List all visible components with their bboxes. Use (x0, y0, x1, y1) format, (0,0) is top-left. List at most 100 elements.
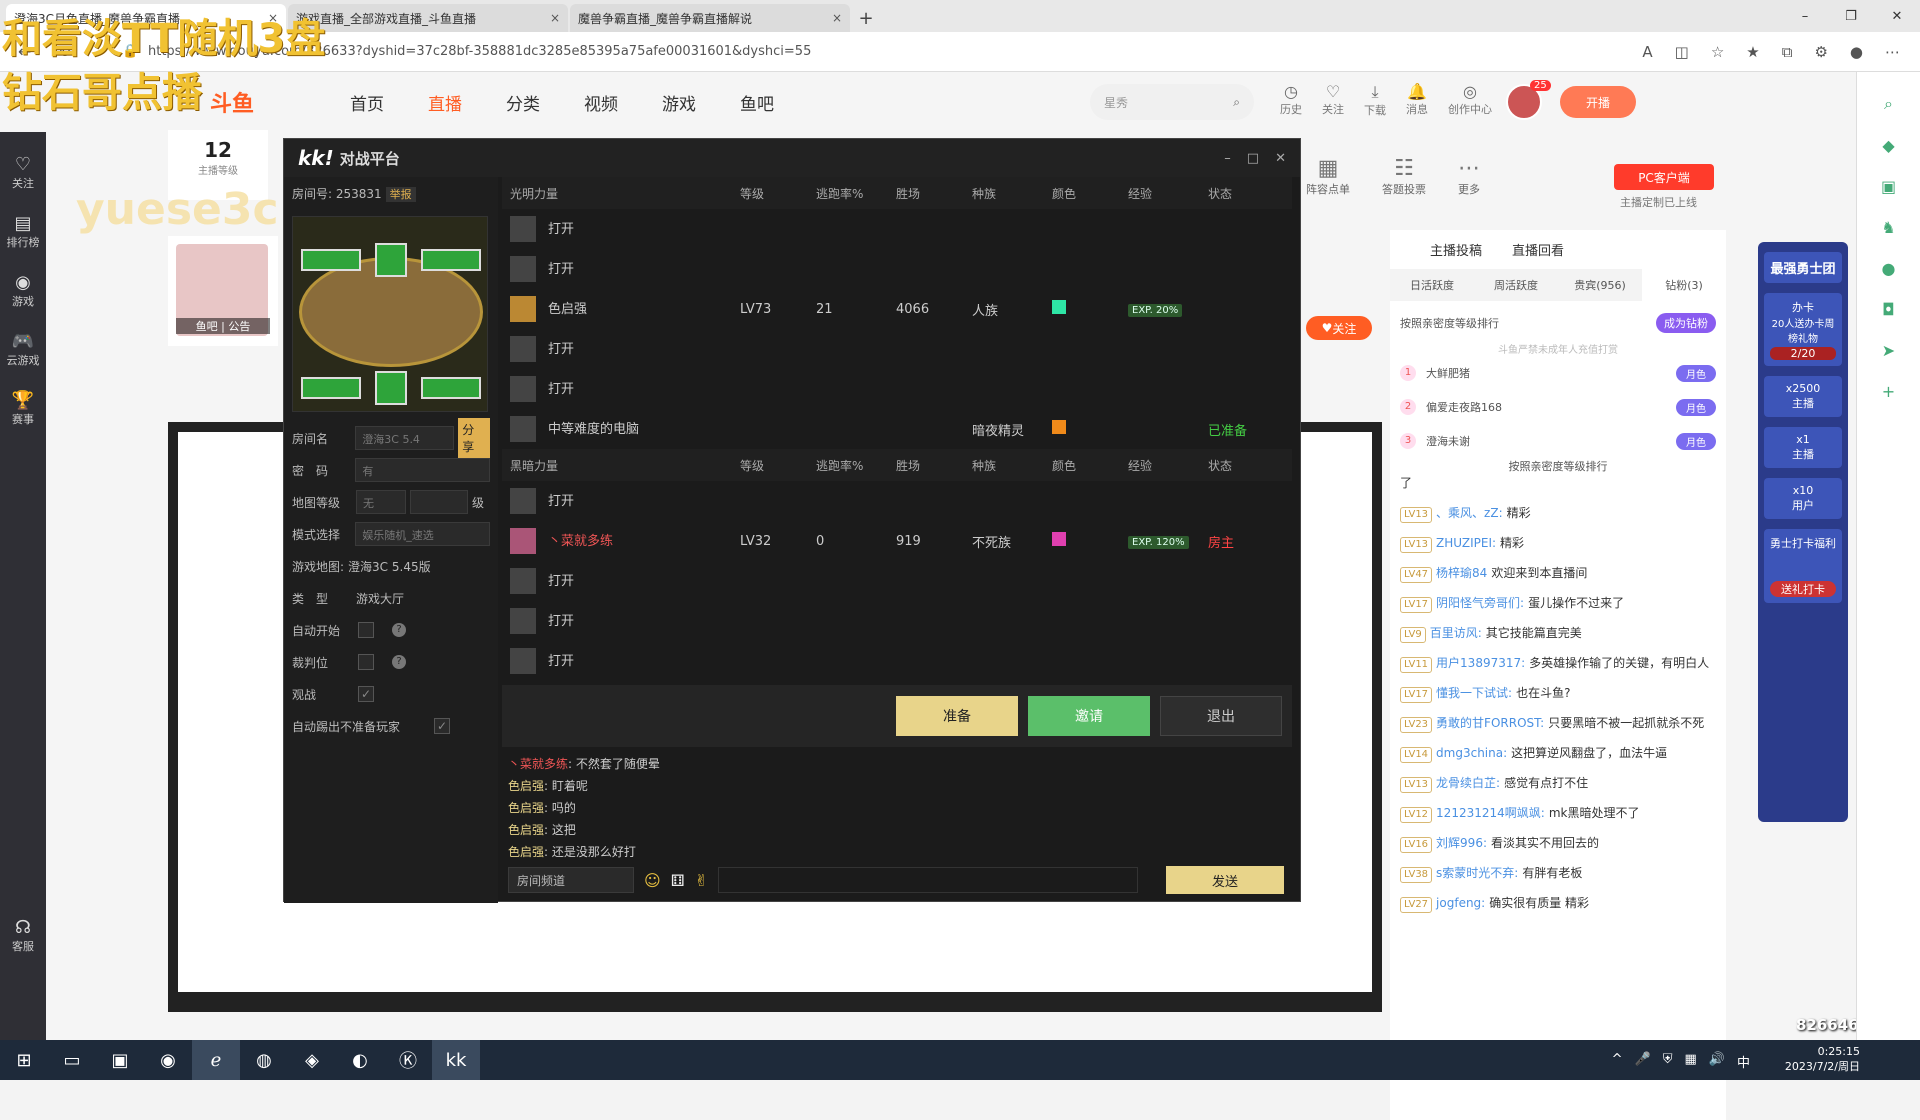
chat-username[interactable]: 勇敢的甘FORROST: (1436, 716, 1544, 730)
promo-daka[interactable]: 勇士打卡福利 送礼打卡 (1764, 529, 1842, 603)
room-name-input[interactable]: 澄海3C 5.4 (355, 426, 455, 450)
browser-tab[interactable]: 游戏直播_全部游戏直播_斗鱼直播 × (288, 4, 568, 32)
creator-button[interactable]: ◎ 创作中心 (1448, 82, 1492, 118)
anchor-card[interactable]: 鱼吧 | 公告 (168, 236, 278, 346)
mic-icon[interactable]: 🎤 (1635, 1052, 1651, 1071)
spectate-checkbox[interactable]: ✓ (358, 686, 374, 702)
promo-gift[interactable]: x1 主播 (1764, 427, 1842, 468)
favorites-icon[interactable]: ★ (1746, 43, 1759, 61)
chat-username[interactable]: dmg3china: (1436, 746, 1507, 760)
rank-row[interactable]: 2 偏爱走夜路168 月色 (1400, 390, 1716, 424)
chat-username[interactable]: 、乘风、zZ: (1436, 506, 1503, 520)
outlook-icon[interactable]: ◘ (1857, 300, 1920, 319)
auto-kick-checkbox[interactable]: ✓ (434, 718, 450, 734)
site-logo[interactable]: 斗鱼 (210, 86, 290, 118)
close-icon[interactable]: ✕ (1275, 151, 1286, 166)
chat-username[interactable]: 刘辉996: (1436, 836, 1487, 850)
app-icon[interactable]: ◍ (240, 1040, 288, 1080)
map-level-select[interactable]: 无 (356, 490, 406, 514)
promo-gift[interactable]: x2500 主播 (1764, 376, 1842, 417)
gesture-icon[interactable]: ✌ (695, 871, 708, 890)
player-slot[interactable]: 打开 (502, 481, 1292, 521)
site-search[interactable]: 星秀 ⌕ (1090, 84, 1254, 120)
search-icon[interactable]: ⌕ (1233, 95, 1240, 110)
chat-username[interactable]: 懂我一下试试: (1436, 686, 1512, 700)
pc-client-button[interactable]: PC客户端 (1614, 164, 1714, 190)
favorite-icon[interactable]: ☆ (1711, 43, 1724, 61)
emoji-icon[interactable]: ☺ (644, 871, 661, 890)
chess-icon[interactable]: ♞ (1857, 218, 1920, 237)
share-button[interactable]: 分享 (458, 418, 490, 458)
edge-icon[interactable]: ℯ (192, 1040, 240, 1080)
promo-card[interactable]: 办卡 20人送办卡周榜礼物 2/20 (1764, 293, 1842, 366)
restore-icon[interactable]: ❐ (1828, 0, 1874, 32)
player-slot[interactable]: 打开 (502, 561, 1292, 601)
sidebar-item-follow[interactable]: ♡ 关注 (0, 154, 46, 191)
minimize-icon[interactable]: – (1224, 151, 1231, 166)
referee-checkbox[interactable] (358, 654, 374, 670)
player-slot[interactable]: 打开 (502, 601, 1292, 641)
follow-button[interactable]: ♡ 关注 (1322, 82, 1344, 118)
chat-username[interactable]: 121231214啊飒飒: (1436, 806, 1545, 820)
network-icon[interactable]: ▦ (1685, 1052, 1697, 1071)
sidebar-item-rank[interactable]: ▤ 排行榜 (0, 213, 46, 250)
tab-daily[interactable]: 日活跃度 (1390, 269, 1474, 301)
invite-button[interactable]: 邀请 (1028, 696, 1150, 736)
chevron-up-icon[interactable]: ^ (1612, 1052, 1623, 1071)
nav-live[interactable]: 直播 (428, 90, 462, 115)
more-icon[interactable]: ⋯ (1885, 43, 1900, 61)
player-slot[interactable]: 打开 (502, 329, 1292, 369)
download-button[interactable]: ⤓ 下载 (1364, 82, 1386, 118)
chat-username[interactable]: 百里访风: (1430, 626, 1482, 640)
tab-diamond[interactable]: 钻粉(3) (1642, 269, 1726, 301)
tab-vip[interactable]: 贵宾(956) (1558, 269, 1642, 301)
promo-gift[interactable]: x10 用户 (1764, 478, 1842, 519)
close-icon[interactable]: × (550, 11, 560, 25)
add-icon[interactable]: + (1857, 382, 1920, 401)
exit-button[interactable]: 退出 (1160, 696, 1282, 736)
history-button[interactable]: ◷ 历史 (1280, 82, 1302, 118)
tag-icon[interactable]: ◆ (1857, 136, 1920, 155)
dice-icon[interactable]: ⚅ (671, 871, 685, 890)
player-slot[interactable]: 打开 (502, 641, 1292, 681)
chat-sender[interactable]: 色启强 (508, 823, 544, 837)
close-icon[interactable]: × (832, 11, 842, 25)
file-explorer-icon[interactable]: ▭ (48, 1040, 96, 1080)
nav-fishbar[interactable]: 鱼吧 (740, 90, 774, 115)
tab-replay[interactable]: 直播回看 (1512, 240, 1564, 259)
chat-username[interactable]: s索蒙时光不弃: (1436, 866, 1518, 880)
send-icon[interactable]: ➤ (1857, 341, 1920, 360)
maximize-icon[interactable]: □ (1247, 151, 1259, 166)
chat-username[interactable]: 阴阳怪气旁哥们: (1436, 596, 1524, 610)
chat-sender[interactable]: 色启强 (508, 845, 544, 859)
player-slot[interactable]: 打开 (502, 249, 1292, 289)
store-icon[interactable]: ▣ (96, 1040, 144, 1080)
player-slot[interactable]: 色启强 LV73 21 4066 人族 EXP. 20% (502, 289, 1292, 329)
rank-row[interactable]: 3 澄海未谢 月色 (1400, 424, 1716, 458)
player-slot[interactable]: 丶菜就多练 LV32 0 919 不死族 EXP. 120% 房主 (502, 521, 1292, 561)
search-icon[interactable]: ⌕ (1857, 94, 1920, 114)
app-icon[interactable]: ◐ (336, 1040, 384, 1080)
read-aloud-icon[interactable]: A (1642, 43, 1652, 61)
split-icon[interactable]: ◫ (1675, 43, 1689, 61)
chat-username[interactable]: ZHUZIPEI: (1436, 536, 1496, 550)
extensions-icon[interactable]: ⚙ (1814, 43, 1827, 61)
sidebar-item-match[interactable]: 🏆 赛事 (0, 390, 46, 427)
circle-icon[interactable]: ● (1857, 259, 1920, 278)
nav-video[interactable]: 视频 (584, 90, 618, 115)
chat-username[interactable]: jogfeng: (1436, 896, 1485, 910)
new-tab-button[interactable]: + (852, 4, 880, 32)
kk-taskbar-icon[interactable]: kk (432, 1040, 480, 1080)
mode-select[interactable]: 娱乐随机_速选 (355, 522, 490, 546)
chat-input[interactable] (718, 867, 1138, 893)
chat-username[interactable]: 杨梓瑜84 (1436, 566, 1487, 580)
chat-sender[interactable]: 色启强 (508, 779, 544, 793)
app-icon[interactable]: Ⓚ (384, 1040, 432, 1080)
volume-icon[interactable]: 🔊 (1709, 1052, 1725, 1071)
close-window-icon[interactable]: ✕ (1874, 0, 1920, 32)
windows-start-icon[interactable]: ⊞ (0, 1040, 48, 1080)
help-icon[interactable]: ? (392, 623, 406, 637)
profile-icon[interactable]: ● (1850, 43, 1863, 61)
chat-sender[interactable]: 丶菜就多练 (508, 757, 568, 771)
more-button[interactable]: ⋯ 更多 (1458, 156, 1480, 197)
